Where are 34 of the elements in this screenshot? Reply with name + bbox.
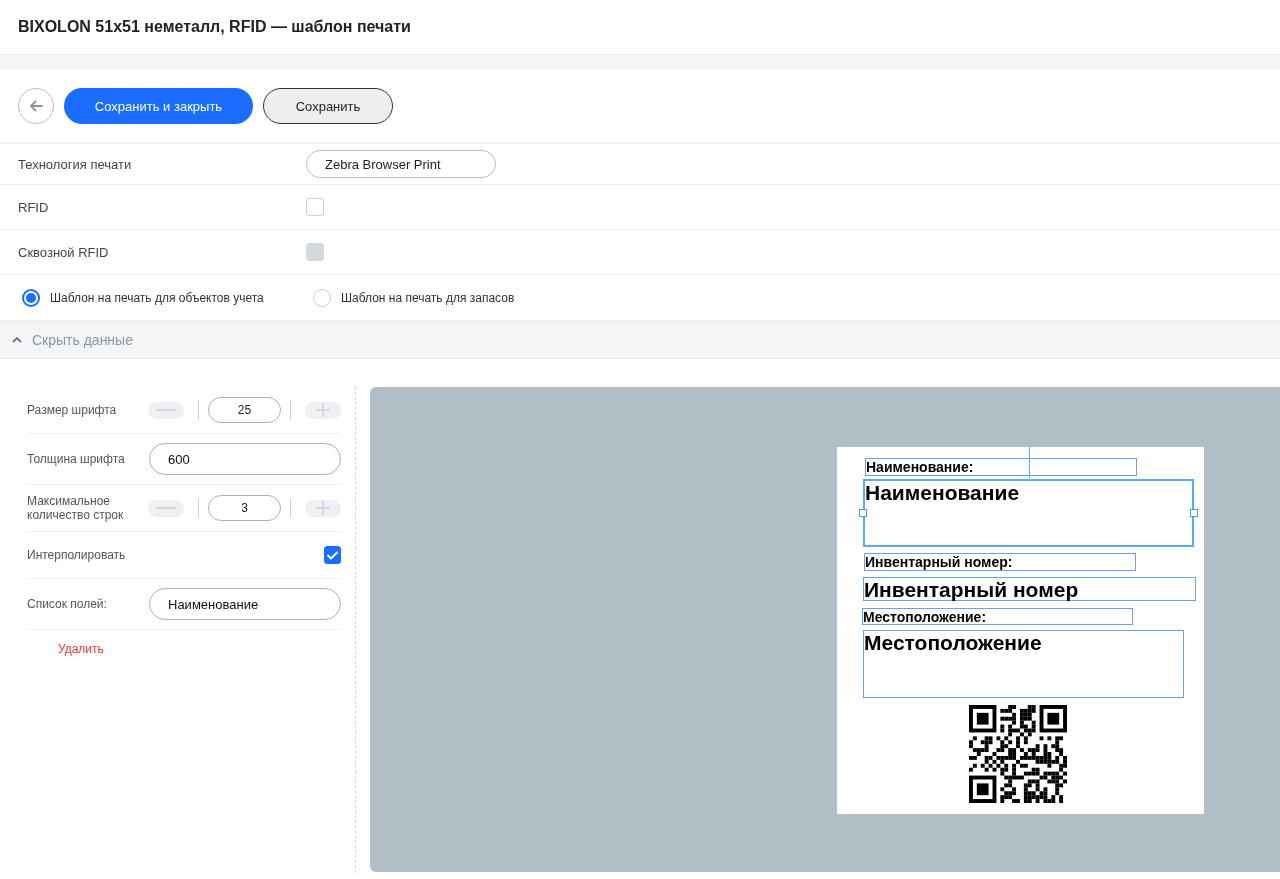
setting-label: Технология печати <box>18 156 133 172</box>
value-text-box[interactable]: Инвентарный номер <box>863 577 1196 601</box>
delete-link[interactable]: Удалить <box>58 642 104 656</box>
decrement-button[interactable] <box>148 499 184 517</box>
caption-text-box[interactable]: Инвентарный номер: <box>864 553 1136 571</box>
checkmark-icon <box>327 551 339 560</box>
caption-text-box[interactable]: Наименование: <box>865 458 1137 476</box>
increment-button[interactable] <box>305 499 341 517</box>
resize-handle[interactable] <box>859 509 867 517</box>
page-title: BIXOLON 51x51 неметалл, RFID — шаблон печати <box>18 18 411 36</box>
collapse-label: Скрыть данные <box>32 331 133 348</box>
increment-button[interactable] <box>305 401 341 419</box>
chevron-up-icon <box>12 335 22 344</box>
setting-label: Сквозной RFID <box>18 244 110 260</box>
radio-button[interactable] <box>22 288 40 307</box>
property-label: Список полей: <box>27 597 108 611</box>
save-and-close-button[interactable]: Сохранить и закрыть <box>64 88 253 124</box>
property-label: Максимальное количество строк <box>27 494 125 522</box>
back-button[interactable] <box>18 88 54 124</box>
save-button[interactable]: Сохранить <box>263 88 393 124</box>
property-label: Толщина шрифта <box>27 452 126 466</box>
plus-icon <box>316 501 330 515</box>
plus-icon <box>316 403 330 417</box>
value-text-box[interactable]: Местоположение <box>863 630 1184 698</box>
property-label: Интерполировать <box>27 548 127 562</box>
decrement-button[interactable] <box>148 401 184 419</box>
setting-label: RFID <box>18 199 50 215</box>
resize-handle[interactable] <box>1190 509 1198 517</box>
property-label: Размер шрифта <box>27 403 118 417</box>
arrow-left-icon <box>28 99 44 113</box>
radio-label: Шаблон на печать для объектов учета <box>50 290 264 305</box>
caption-text-box[interactable]: Местоположение: <box>862 608 1133 625</box>
checkbox[interactable] <box>323 546 341 564</box>
radio-label: Шаблон на печать для запасов <box>341 290 515 305</box>
